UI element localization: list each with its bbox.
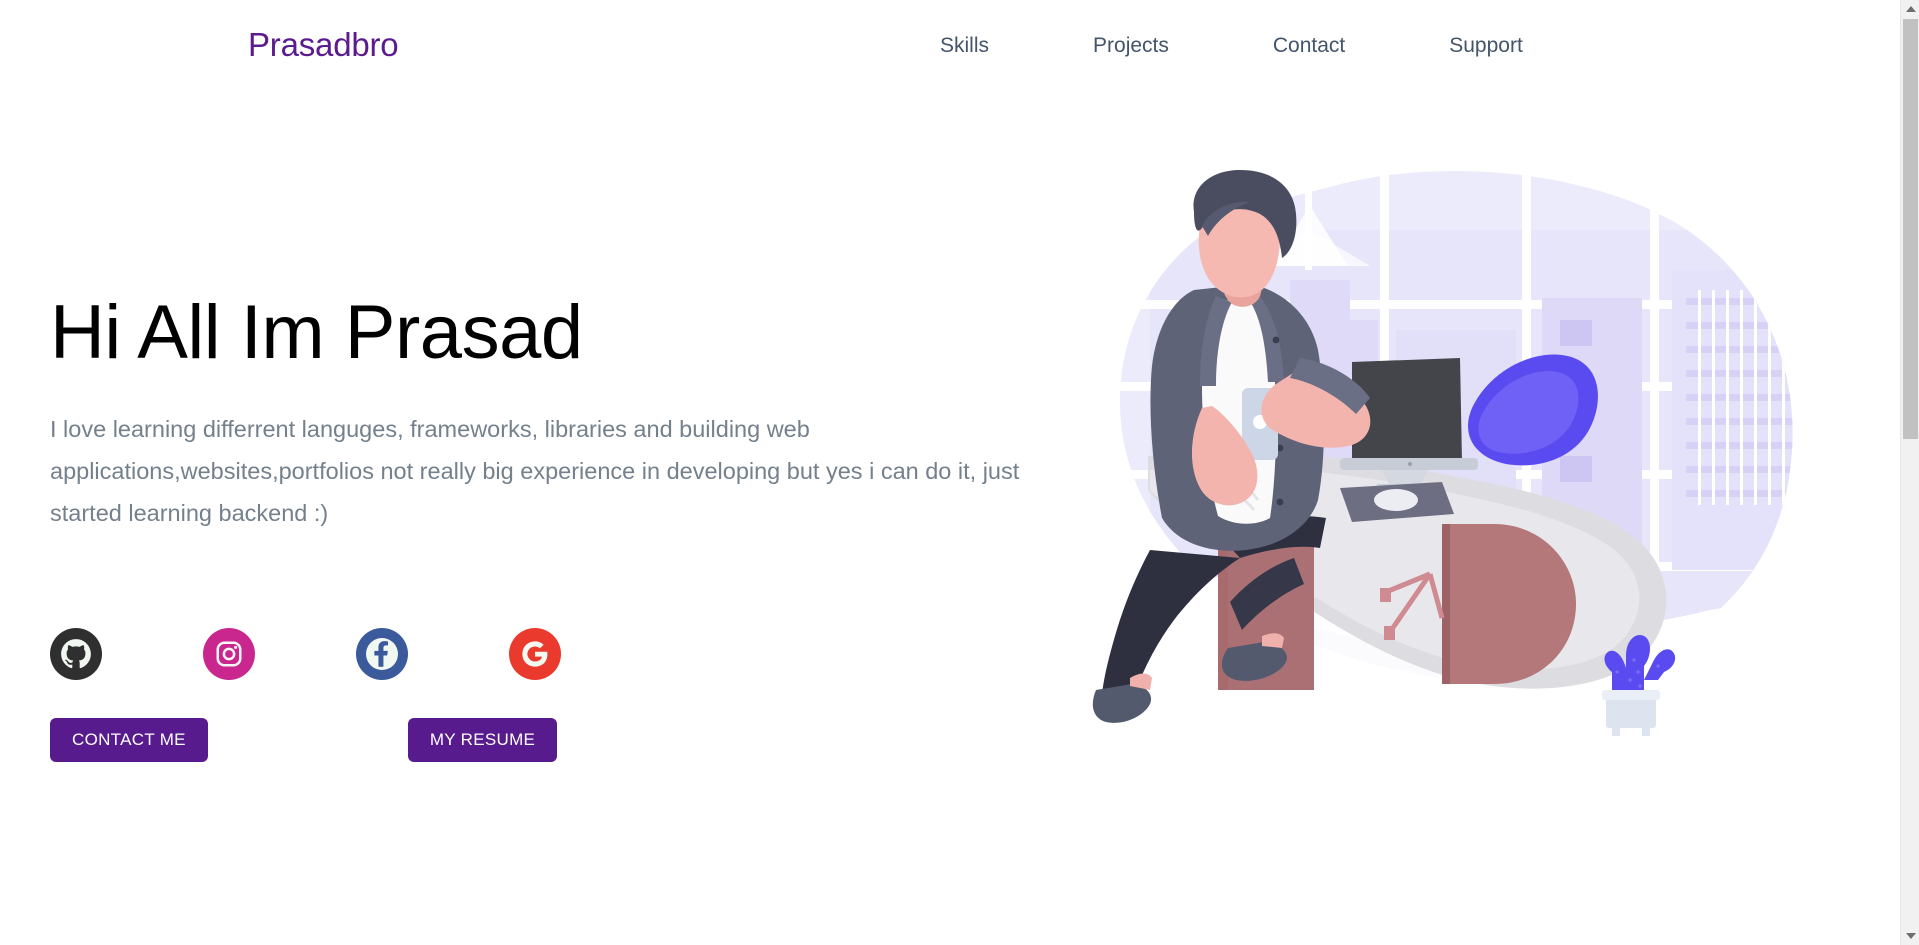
page-root: Prasadbro Skills Projects Contact Suppor… <box>0 0 1919 945</box>
scroll-up-arrow-icon[interactable] <box>1901 0 1919 18</box>
nav-link-projects[interactable]: Projects <box>1093 34 1169 58</box>
navbar: Prasadbro Skills Projects Contact Suppor… <box>0 0 1900 86</box>
hero-text-block: Hi All Im Prasad I love learning differr… <box>50 290 1070 534</box>
contact-me-button[interactable]: CONTACT ME <box>50 718 208 762</box>
hero-illustration <box>1090 170 1830 790</box>
nav-link-skills[interactable]: Skills <box>940 34 989 58</box>
vertical-scrollbar[interactable] <box>1900 0 1919 945</box>
social-links-row <box>50 628 561 680</box>
github-icon[interactable] <box>50 628 102 680</box>
hero-button-row: CONTACT ME MY RESUME <box>50 718 558 762</box>
brand-logo[interactable]: Prasadbro <box>248 26 399 64</box>
scroll-down-arrow-icon[interactable] <box>1901 927 1919 945</box>
nav-link-support[interactable]: Support <box>1449 34 1523 58</box>
instagram-icon[interactable] <box>203 628 255 680</box>
facebook-icon[interactable] <box>356 628 408 680</box>
primary-navigation: Skills Projects Contact Support <box>940 34 1523 58</box>
page-title: Hi All Im Prasad <box>50 290 583 375</box>
scrollbar-thumb[interactable] <box>1903 19 1918 439</box>
google-icon[interactable] <box>509 628 561 680</box>
my-resume-button[interactable]: MY RESUME <box>407 718 558 762</box>
hero-description: I love learning differrent languges, fra… <box>50 416 1020 526</box>
nav-link-contact[interactable]: Contact <box>1273 34 1345 58</box>
